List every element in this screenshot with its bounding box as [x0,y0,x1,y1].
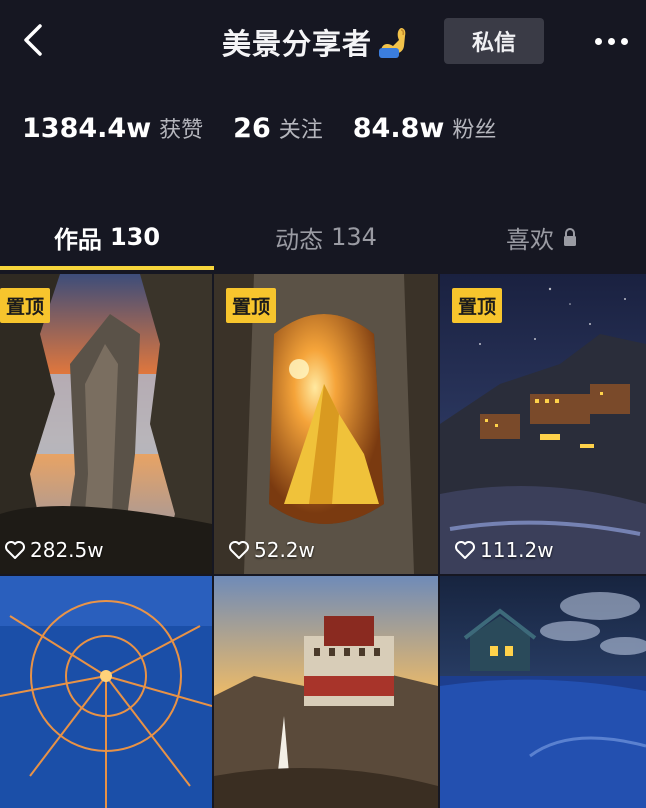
heart-icon [5,541,25,559]
chevron-left-icon [24,24,42,56]
like-count-value: 111.2w [480,538,554,562]
stat-followers-label: 粉丝 [452,118,497,143]
video-thumbnail [0,576,212,808]
heart-icon [229,541,249,559]
stat-following-value: 26 [233,113,271,144]
profile-title: 美景分享者 [222,20,411,64]
video-tile[interactable]: 置顶 111.2w [440,274,646,574]
more-button[interactable] [586,22,636,60]
pinned-badge: 置顶 [226,288,277,323]
tab-works[interactable]: 作品 130 [0,206,214,268]
like-count-value: 282.5w [30,538,104,562]
like-count: 111.2w [454,538,554,562]
active-tab-indicator [0,266,214,270]
video-tile[interactable] [0,576,212,808]
stat-likes[interactable]: 1384.4w 获赞 [22,112,203,144]
more-dots-icon [594,37,602,45]
tab-works-label: 作品 [53,225,102,254]
video-tile[interactable] [214,576,438,808]
stat-likes-label: 获赞 [159,118,204,143]
like-count: 52.2w [228,538,315,562]
video-thumbnail [440,576,646,808]
tab-likes-label: 喜欢 [506,225,554,254]
top-bar: 美景分享者 私信 [0,0,646,88]
tab-likes[interactable]: 喜欢 [438,206,646,268]
pinned-badge: 置顶 [452,288,503,323]
back-button[interactable] [14,20,54,60]
message-button[interactable]: 私信 [444,18,544,64]
flexed-biceps-icon [379,28,406,58]
video-tile[interactable] [440,576,646,808]
tab-activity-count: 134 [331,223,377,251]
stat-followers-value: 84.8w [352,113,445,144]
stat-following[interactable]: 26 关注 [233,112,323,144]
profile-name: 美景分享者 [222,27,373,61]
lock-icon [564,228,576,246]
video-tile[interactable]: 置顶 52.2w [214,274,438,574]
tab-works-count: 130 [109,223,161,251]
content-tabs: 作品 130 动态 134 喜欢 [0,206,646,272]
stat-followers[interactable]: 84.8w 粉丝 [353,112,497,144]
video-grid: 置顶 282.5w 置顶 52.2w 置顶 111.2w [0,274,646,808]
stat-likes-value: 1384.4w [22,113,152,144]
video-thumbnail [214,576,438,808]
tab-activity[interactable]: 动态 134 [214,206,438,268]
tab-activity-label: 动态 [275,225,324,254]
pinned-badge: 置顶 [0,288,51,323]
video-tile[interactable]: 置顶 282.5w [0,274,212,574]
stat-following-label: 关注 [278,118,323,143]
like-count-value: 52.2w [254,538,315,562]
heart-icon [455,541,475,559]
like-count: 282.5w [4,538,104,562]
profile-stats: 1384.4w 获赞 26 关注 84.8w 粉丝 [22,112,526,156]
